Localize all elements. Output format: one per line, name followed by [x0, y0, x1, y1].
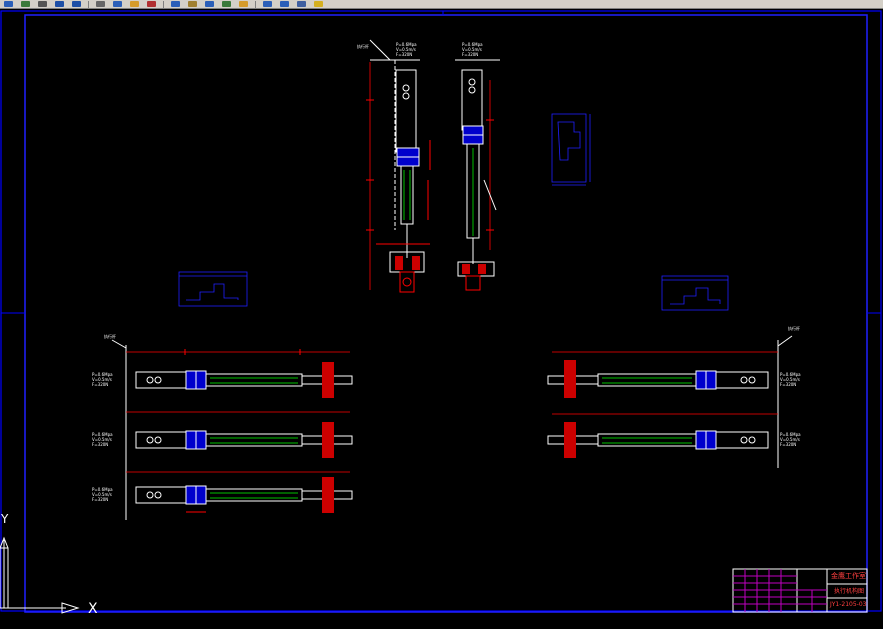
zoom-button[interactable]	[36, 1, 49, 8]
zoom-icon	[38, 1, 47, 7]
detail-view-3	[661, 275, 729, 311]
tool-palette-button[interactable]	[237, 1, 250, 8]
title-drawing-number: JY1-2105-03	[830, 601, 867, 608]
layer-icon	[263, 1, 272, 7]
toolbar-separator	[163, 0, 164, 8]
save-button[interactable]	[2, 1, 15, 8]
horizontal-cylinder-right-1: P=0.6Mpa V=0.5m/s F=320N 执行杆	[547, 325, 801, 410]
detail-view-2	[178, 271, 248, 307]
paste-button[interactable]	[128, 1, 141, 8]
color-button[interactable]	[312, 1, 325, 8]
svg-text:F=320N: F=320N	[780, 442, 796, 447]
svg-text:F=320N: F=320N	[396, 52, 412, 57]
save-icon	[4, 1, 13, 7]
vertical-cylinder-2: P=0.6Mpa V=0.5m/s F=320N	[455, 42, 500, 291]
toolbar-separator	[255, 0, 256, 8]
help-icon	[280, 1, 289, 7]
detail-view-1	[551, 113, 591, 186]
properties-button[interactable]	[203, 1, 216, 8]
match-icon	[147, 1, 156, 7]
print-icon	[21, 1, 30, 7]
redo-button[interactable]	[70, 1, 83, 8]
match-button[interactable]	[145, 1, 158, 8]
color-icon	[314, 1, 323, 7]
svg-text:F=320N: F=320N	[92, 497, 108, 502]
svg-text:F=320N: F=320N	[462, 52, 478, 57]
copy-icon	[113, 1, 122, 7]
inner-frame	[24, 14, 868, 613]
toolbar-separator	[88, 0, 89, 8]
svg-text:F=320N: F=320N	[780, 382, 796, 387]
pan-icon	[171, 1, 180, 7]
svg-text:执行杆: 执行杆	[104, 333, 116, 339]
tool-palette-icon	[239, 1, 248, 7]
vertical-cylinder-1: 执行杆 P=0.6Mpa V=0.5m/s F=320N	[357, 39, 431, 293]
undo-button[interactable]	[53, 1, 66, 8]
zoom-window-button[interactable]	[186, 1, 199, 8]
print-button[interactable]	[19, 1, 32, 8]
design-center-icon	[222, 1, 231, 7]
outer-frame	[0, 10, 882, 612]
redo-icon	[72, 1, 81, 7]
svg-text:F=320N: F=320N	[92, 442, 108, 447]
ucs-icon	[0, 536, 80, 614]
ucs-x-label: X	[88, 601, 98, 617]
design-center-button[interactable]	[220, 1, 233, 8]
undo-icon	[55, 1, 64, 7]
properties-icon	[205, 1, 214, 7]
horizontal-cylinder-right-2: P=0.6Mpa V=0.5m/s F=320N	[547, 410, 801, 468]
drawing-canvas[interactable]: 执行杆 P=0.6Mpa V=0.5m/s F=320N P=0.6Mpa V=…	[0, 9, 883, 629]
help-button[interactable]	[278, 1, 291, 8]
title-company: 金鹰工作室	[831, 572, 866, 580]
cut-button[interactable]	[94, 1, 107, 8]
horizontal-cylinder-left-2: P=0.6Mpa V=0.5m/s F=320N	[92, 410, 353, 470]
svg-text:F=320N: F=320N	[92, 382, 108, 387]
ucs-y-label: Y	[1, 512, 9, 526]
horizontal-cylinder-left-3: P=0.6Mpa V=0.5m/s F=320N	[92, 470, 353, 520]
3d-orbit-button[interactable]	[295, 1, 308, 8]
3d-orbit-icon	[297, 1, 306, 7]
cut-icon	[96, 1, 105, 7]
paste-icon	[130, 1, 139, 7]
horizontal-cylinder-left-1: P=0.6Mpa V=0.5m/s F=320N 执行杆	[92, 333, 353, 410]
zoom-window-icon	[188, 1, 197, 7]
title-drawing-name: 执行机构图	[834, 588, 865, 595]
standard-toolbar	[0, 0, 883, 9]
copy-button[interactable]	[111, 1, 124, 8]
pan-button[interactable]	[169, 1, 182, 8]
layer-button[interactable]	[261, 1, 274, 8]
svg-text:执行杆: 执行杆	[788, 325, 800, 331]
svg-text:执行杆: 执行杆	[357, 43, 369, 49]
